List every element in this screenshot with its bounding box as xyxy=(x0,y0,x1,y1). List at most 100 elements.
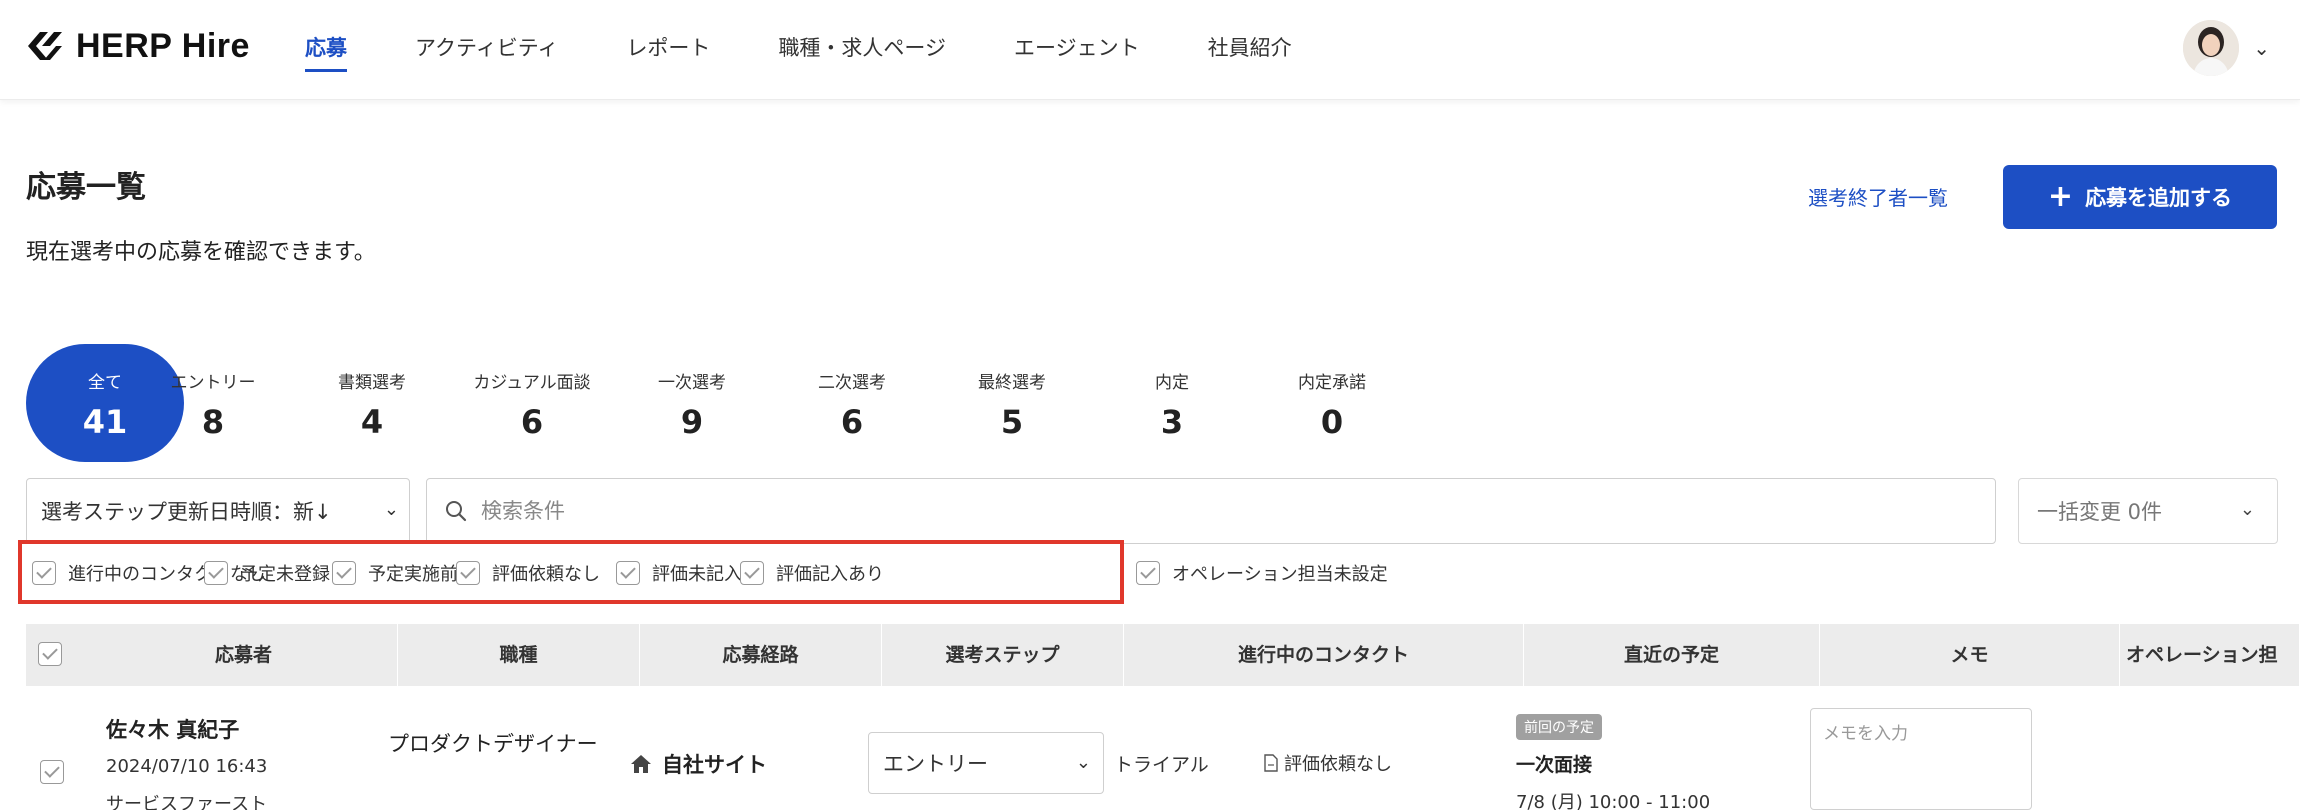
stage-label: 内定承諾 xyxy=(1298,373,1366,393)
nav-item-report[interactable]: レポート xyxy=(626,28,710,68)
filter-evaluation-unwritten[interactable]: 評価未記入 xyxy=(616,560,742,586)
plus-icon: + xyxy=(2047,179,2074,214)
stage-tab-document-screening[interactable]: 書類選考 4 xyxy=(292,344,452,462)
checkbox[interactable] xyxy=(1136,561,1160,585)
column-job[interactable]: 職種 xyxy=(398,624,640,686)
active-contact[interactable]: トライアル xyxy=(1114,750,1209,777)
avatar[interactable] xyxy=(2183,20,2240,76)
column-step[interactable]: 選考ステップ xyxy=(882,624,1124,686)
checkbox[interactable] xyxy=(32,561,56,585)
column-route[interactable]: 応募経路 xyxy=(640,624,882,686)
add-application-label: 応募を追加する xyxy=(2085,186,2233,210)
stage-tab-second-round[interactable]: 二次選考 6 xyxy=(772,344,932,462)
search-input[interactable] xyxy=(481,499,1881,523)
row-checkbox[interactable] xyxy=(40,760,64,784)
select-all-checkbox[interactable] xyxy=(38,642,62,666)
stage-count: 6 xyxy=(840,403,864,441)
checkbox[interactable] xyxy=(616,561,640,585)
logo-text: HERP Hire xyxy=(76,26,250,65)
chevron-down-icon: ⌄ xyxy=(1075,752,1091,773)
filter-label: 予定実施前 xyxy=(368,564,458,585)
filter-evaluation-written[interactable]: 評価記入あり xyxy=(740,560,884,586)
stage-tab-entry[interactable]: エントリー 8 xyxy=(133,344,293,462)
filter-label: 予定未登録 xyxy=(240,564,330,585)
nav-item-activity[interactable]: アクティビティ xyxy=(415,28,558,68)
nav-item-jobs[interactable]: 職種・求人ページ xyxy=(778,28,946,68)
stage-label: 最終選考 xyxy=(978,373,1046,393)
stage-label: 書類選考 xyxy=(338,373,406,393)
applicant-name[interactable]: 佐々木 真紀子 xyxy=(106,714,239,744)
table-header: 応募者 職種 応募経路 選考ステップ 進行中のコンタクト 直近の予定 メモ オペ… xyxy=(26,624,2300,686)
route-label: 自社サイト xyxy=(662,753,767,777)
memo-field[interactable]: メモを入力 xyxy=(1810,708,2032,810)
nav-item-applications[interactable]: 応募 xyxy=(305,28,347,72)
main-nav: 応募 アクティビティ レポート 職種・求人ページ エージェント 社員紹介 xyxy=(305,28,1360,72)
add-application-button[interactable]: + 応募を追加する xyxy=(2003,165,2277,229)
stage-count: 0 xyxy=(1320,403,1344,441)
checkbox[interactable] xyxy=(204,561,228,585)
herp-logo[interactable]: HERP Hire xyxy=(26,26,250,66)
stage-tab-offer-accepted[interactable]: 内定承諾 0 xyxy=(1252,344,1412,462)
stage-label: カジュアル面談 xyxy=(473,373,591,393)
schedule-time: 7/8 (月) 10:00 - 11:00 xyxy=(1516,792,1711,810)
search-icon xyxy=(446,501,467,522)
stage-count: 5 xyxy=(1000,403,1024,441)
evaluation-status[interactable]: 評価依頼なし xyxy=(1264,750,1392,776)
stage-tab-first-round[interactable]: 一次選考 9 xyxy=(612,344,772,462)
column-next-schedule[interactable]: 直近の予定 xyxy=(1524,624,1820,686)
filter-label: 評価記入あり xyxy=(776,564,884,585)
stage-label: 内定 xyxy=(1155,373,1189,393)
stage-tab-final-round[interactable]: 最終選考 5 xyxy=(932,344,1092,462)
previous-schedule-badge: 前回の予定 xyxy=(1516,714,1602,740)
user-avatar-icon xyxy=(2183,20,2240,76)
checkbox[interactable] xyxy=(332,561,356,585)
applicant-company: サービスファースト xyxy=(106,794,268,810)
filter-label: オペレーション担当未設定 xyxy=(1172,564,1388,585)
chevron-down-icon: ⌄ xyxy=(383,499,399,520)
column-applicant[interactable]: 応募者 xyxy=(90,624,398,686)
evaluation-label: 評価依頼なし xyxy=(1284,754,1392,775)
sort-select[interactable]: 選考ステップ更新日時順：新↓ ⌄ xyxy=(26,478,410,544)
stage-count: 8 xyxy=(201,403,225,441)
filter-before-schedule[interactable]: 予定実施前 xyxy=(332,560,458,586)
home-icon xyxy=(631,755,651,773)
chevron-down-icon[interactable]: ⌄ xyxy=(2253,36,2270,60)
chevron-down-icon: ⌄ xyxy=(2239,499,2255,520)
stage-label: 一次選考 xyxy=(658,373,726,393)
applicant-date: 2024/07/10 16:43 xyxy=(106,756,268,777)
page-description: 現在選考中の応募を確認できます。 xyxy=(26,240,376,265)
filter-no-operation-owner[interactable]: オペレーション担当未設定 xyxy=(1136,560,1388,586)
job-title: プロダクトデザイナー xyxy=(388,732,598,756)
filter-label: 評価依頼なし xyxy=(492,564,600,585)
step-select[interactable]: エントリー ⌄ xyxy=(868,732,1104,794)
bulk-change-label: 一括変更 0件 xyxy=(2037,500,2163,524)
sort-select-value: 選考ステップ更新日時順：新↓ xyxy=(41,500,332,524)
stage-label: エントリー xyxy=(170,373,256,393)
filter-no-evaluation-request[interactable]: 評価依頼なし xyxy=(456,560,600,586)
top-navigation-bar: HERP Hire 応募 アクティビティ レポート 職種・求人ページ エージェン… xyxy=(0,0,2300,100)
stage-tab-offer[interactable]: 内定 3 xyxy=(1092,344,1252,462)
filter-no-schedule[interactable]: 予定未登録 xyxy=(204,560,330,586)
stage-label: 二次選考 xyxy=(818,373,886,393)
user-menu[interactable]: ⌄ xyxy=(2183,18,2270,78)
nav-item-referral[interactable]: 社員紹介 xyxy=(1208,28,1292,68)
step-select-value: エントリー xyxy=(883,752,988,776)
filter-label: 評価未記入 xyxy=(652,564,742,585)
search-box[interactable] xyxy=(426,478,1996,544)
schedule-title[interactable]: 一次面接 xyxy=(1516,750,1592,777)
herp-logo-mark-icon xyxy=(28,32,62,60)
table-row[interactable]: 佐々木 真紀子 2024/07/10 16:43 サービスファースト プロダクト… xyxy=(26,686,2300,810)
checkbox[interactable] xyxy=(740,561,764,585)
page-title: 応募一覧 xyxy=(26,170,146,205)
stage-count: 9 xyxy=(680,403,704,441)
checkbox[interactable] xyxy=(456,561,480,585)
quick-filters: 進行中のコンタクトなし 予定未登録 予定実施前 評価依頼なし 評価未記入 評価記… xyxy=(18,540,2278,606)
column-memo[interactable]: メモ xyxy=(1820,624,2120,686)
column-active-contact[interactable]: 進行中のコンタクト xyxy=(1124,624,1524,686)
bulk-change-dropdown[interactable]: 一括変更 0件 ⌄ xyxy=(2018,478,2278,544)
stage-count: 4 xyxy=(360,403,384,441)
nav-item-agent[interactable]: エージェント xyxy=(1014,28,1140,68)
finished-candidates-link[interactable]: 選考終了者一覧 xyxy=(1808,182,1948,211)
stage-tab-casual-interview[interactable]: カジュアル面談 6 xyxy=(452,344,612,462)
column-operation-owner[interactable]: オペレーション担 xyxy=(2120,624,2300,686)
